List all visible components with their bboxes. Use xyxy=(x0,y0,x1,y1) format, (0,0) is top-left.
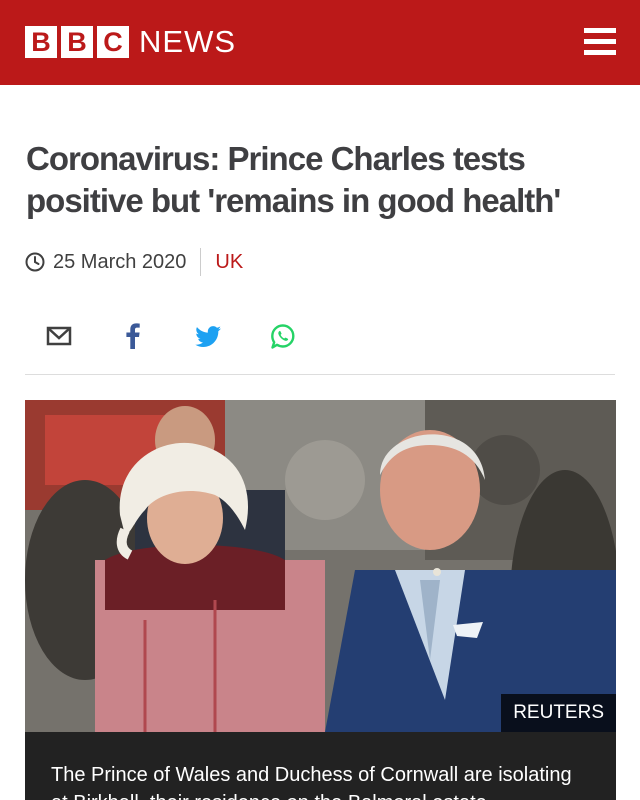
photo-credit: REUTERS xyxy=(501,694,616,732)
article-headline: Coronavirus: Prince Charles tests positi… xyxy=(26,140,561,219)
whatsapp-icon xyxy=(271,324,295,349)
section-link-uk[interactable]: UK xyxy=(215,251,243,274)
meta-divider xyxy=(200,248,202,276)
photo-caption-box: The Prince of Wales and Duchess of Cornw… xyxy=(25,732,616,800)
share-divider xyxy=(25,374,615,375)
logo-letter-b1: B xyxy=(25,26,57,58)
logo-word-news: NEWS xyxy=(139,24,236,59)
facebook-share-button[interactable] xyxy=(115,318,151,354)
facebook-icon xyxy=(126,323,140,349)
photo-caption: The Prince of Wales and Duchess of Cornw… xyxy=(51,764,572,800)
article-meta: 25 March 2020 UK xyxy=(25,248,243,276)
email-share-button[interactable] xyxy=(41,318,77,354)
whatsapp-share-button[interactable] xyxy=(264,318,300,354)
site-header: B B C NEWS xyxy=(0,0,640,85)
twitter-share-button[interactable] xyxy=(190,318,226,354)
twitter-icon xyxy=(195,326,221,347)
hamburger-menu-icon[interactable] xyxy=(584,28,616,56)
photo-illustration xyxy=(25,400,616,732)
article-date: 25 March 2020 xyxy=(53,250,187,273)
clock-icon xyxy=(25,252,45,272)
logo-letter-b2: B xyxy=(61,26,93,58)
logo-letter-c: C xyxy=(97,26,129,58)
bbc-news-logo[interactable]: B B C NEWS xyxy=(25,25,236,59)
article-photo: REUTERS xyxy=(25,400,616,732)
email-icon xyxy=(46,326,72,346)
share-bar xyxy=(0,318,640,354)
